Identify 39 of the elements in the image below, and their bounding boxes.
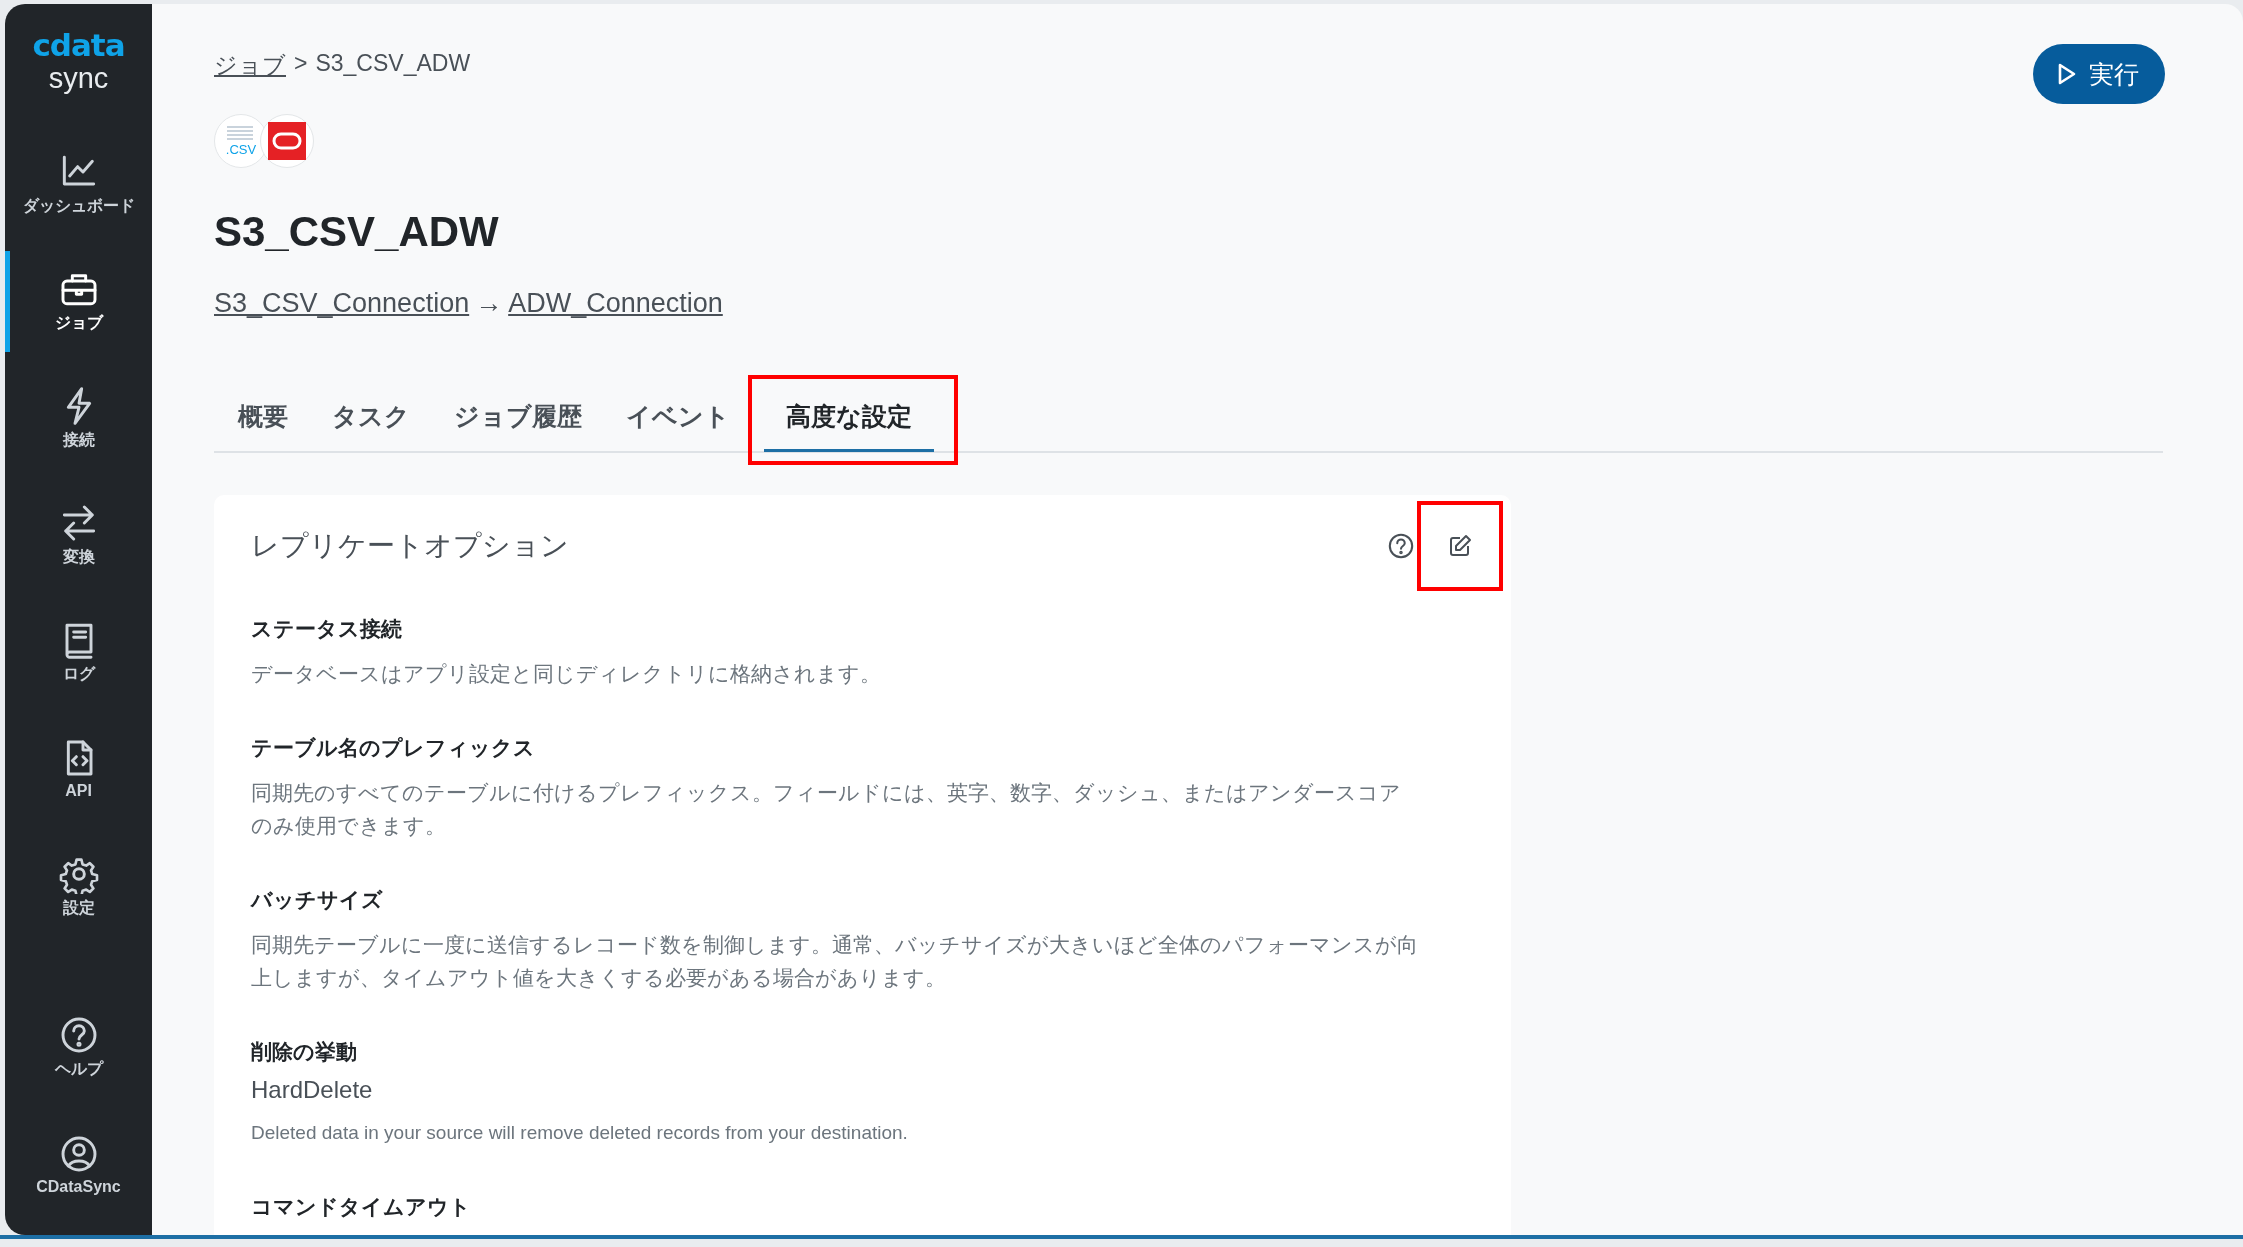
tab[interactable]: 概要 xyxy=(216,381,310,451)
run-button[interactable]: 実行 xyxy=(2033,44,2165,104)
option-heading: コマンドタイムアウト xyxy=(251,1194,472,1220)
connection-arrow: → xyxy=(475,288,503,319)
tab[interactable]: イベント xyxy=(604,381,752,451)
help-icon[interactable] xyxy=(1387,532,1415,560)
source-connection-link[interactable]: S3_CSV_Connection xyxy=(214,288,470,319)
breadcrumb-link[interactable]: ジョブ xyxy=(214,50,286,84)
option-heading: バッチサイズ xyxy=(251,887,384,913)
card-title: レプリケートオプション xyxy=(251,529,570,563)
job-title: S3_CSV_ADW xyxy=(214,208,500,257)
option-description: Deleted data in your source will remove deleted records from your destination. xyxy=(251,1121,909,1145)
option-value: HardDelete xyxy=(251,1076,374,1104)
logo-brand: cdata xyxy=(32,30,125,61)
logo-product: sync xyxy=(48,61,109,96)
tab[interactable]: タスク xyxy=(310,381,432,451)
option-heading: ステータス接続 xyxy=(251,616,403,642)
sidebar-item[interactable]: ヘルプ xyxy=(5,989,152,1106)
option-description: 同期先テーブルに一度に送信するレコード数を制御します。通常、バッチサイズが大きいほど全体のパフォーマンスが向上しますが、タイムアウト値を大きくする必要がある場合があります。 xyxy=(251,932,1419,991)
sidebar-item[interactable]: 接続 xyxy=(5,359,152,477)
sidebar-item[interactable]: ダッシュボード xyxy=(5,125,152,243)
sidebar-item[interactable]: 変換 xyxy=(5,476,152,594)
option-heading: 削除の挙動 xyxy=(251,1039,358,1065)
sidebar-item[interactable]: CDataSync xyxy=(5,1106,152,1223)
option-heading: テーブル名のプレフィックス xyxy=(251,735,536,761)
tab[interactable]: ジョブ履歴 xyxy=(432,381,604,451)
breadcrumb-separator: > xyxy=(294,50,308,78)
option-description: 同期先のすべてのテーブルに付けるプレフィックス。フィールドには、英字、数字、ダッシュ、またはアンダースコアのみ使用できます。 xyxy=(251,780,1402,839)
sidebar-item[interactable]: API xyxy=(5,710,152,828)
database-logo-icon xyxy=(260,114,314,168)
breadcrumb-current: S3_CSV_ADW xyxy=(315,50,471,78)
play-icon xyxy=(2057,62,2077,86)
sidebar-item[interactable]: ログ xyxy=(5,593,152,711)
sidebar-item[interactable]: 設定 xyxy=(5,827,152,945)
edit-icon[interactable] xyxy=(1448,534,1472,558)
sidebar-item[interactable]: ジョブ xyxy=(5,242,152,360)
destination-connection-link[interactable]: ADW_Connection xyxy=(508,288,723,319)
option-description: データベースはアプリ設定と同じディレクトリに格納されます。 xyxy=(251,661,882,687)
tab[interactable]: 高度な設定 xyxy=(764,381,934,451)
